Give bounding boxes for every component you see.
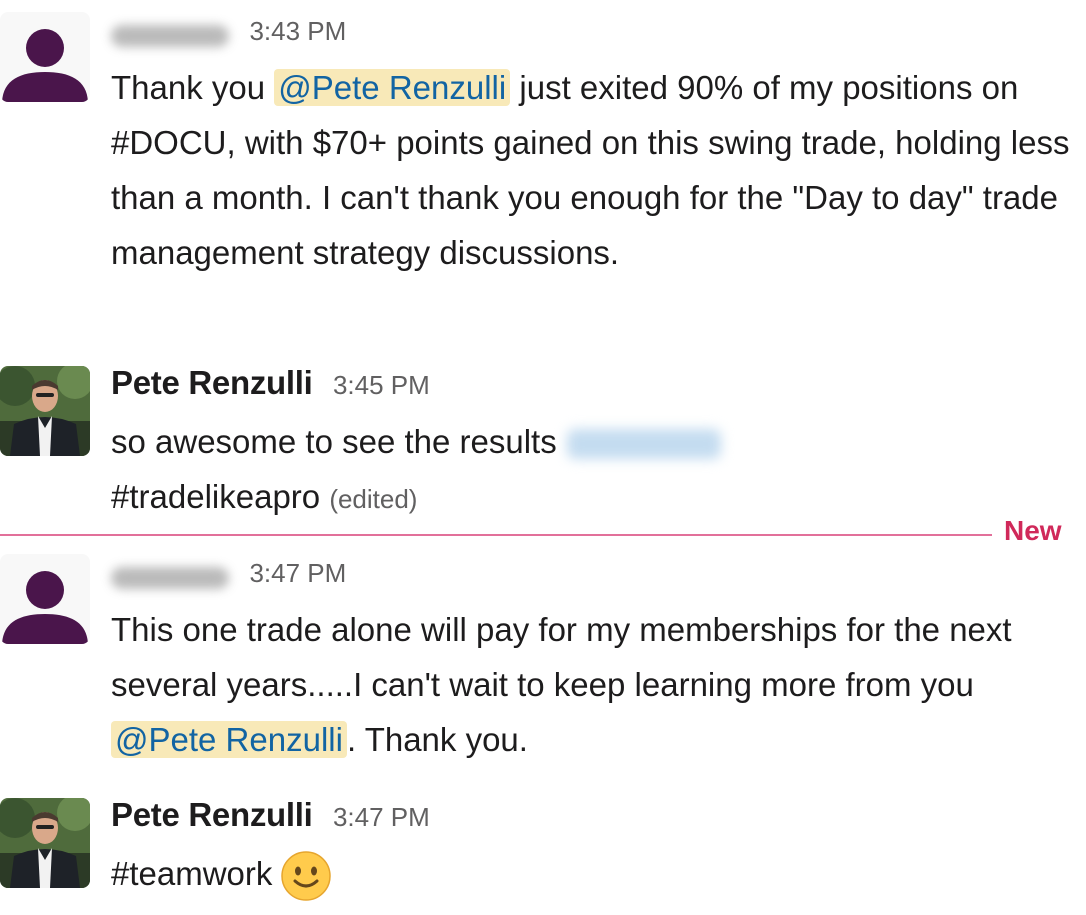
timestamp[interactable]: 3:47 PM: [333, 802, 430, 832]
user-mention[interactable]: @Pete Renzulli: [274, 69, 511, 106]
default-user-icon: [2, 29, 88, 102]
timestamp[interactable]: 3:45 PM: [333, 370, 430, 400]
slightly-smiling-face-icon[interactable]: [280, 850, 332, 902]
profile-photo: [0, 366, 90, 456]
author-name-blurred[interactable]: [111, 566, 229, 589]
default-user-icon: [2, 571, 88, 644]
new-messages-divider: [0, 534, 992, 536]
profile-photo: [0, 798, 90, 888]
author-name-blurred[interactable]: [111, 24, 229, 47]
user-mention[interactable]: @Pete Renzulli: [111, 721, 347, 758]
message-text: so awesome to see the results #tradelike…: [111, 414, 1071, 527]
new-messages-label: New: [1004, 515, 1062, 546]
message-text: This one trade alone will pay for my mem…: [111, 611, 1012, 758]
author-name[interactable]: Pete Renzulli: [111, 796, 313, 833]
user-avatar[interactable]: [0, 12, 90, 102]
message-text: Thank you @Pete Renzulli just exited 90%…: [111, 69, 1070, 271]
timestamp[interactable]: 3:47 PM: [249, 558, 346, 588]
user-avatar[interactable]: [0, 554, 90, 644]
timestamp[interactable]: 3:43 PM: [249, 16, 346, 46]
user-avatar[interactable]: [0, 798, 90, 888]
author-name[interactable]: Pete Renzulli: [111, 364, 313, 401]
edited-label: (edited): [329, 484, 418, 514]
message-text: #teamwork: [111, 846, 1071, 902]
user-avatar[interactable]: [0, 366, 90, 456]
user-mention-blurred[interactable]: [566, 429, 721, 460]
